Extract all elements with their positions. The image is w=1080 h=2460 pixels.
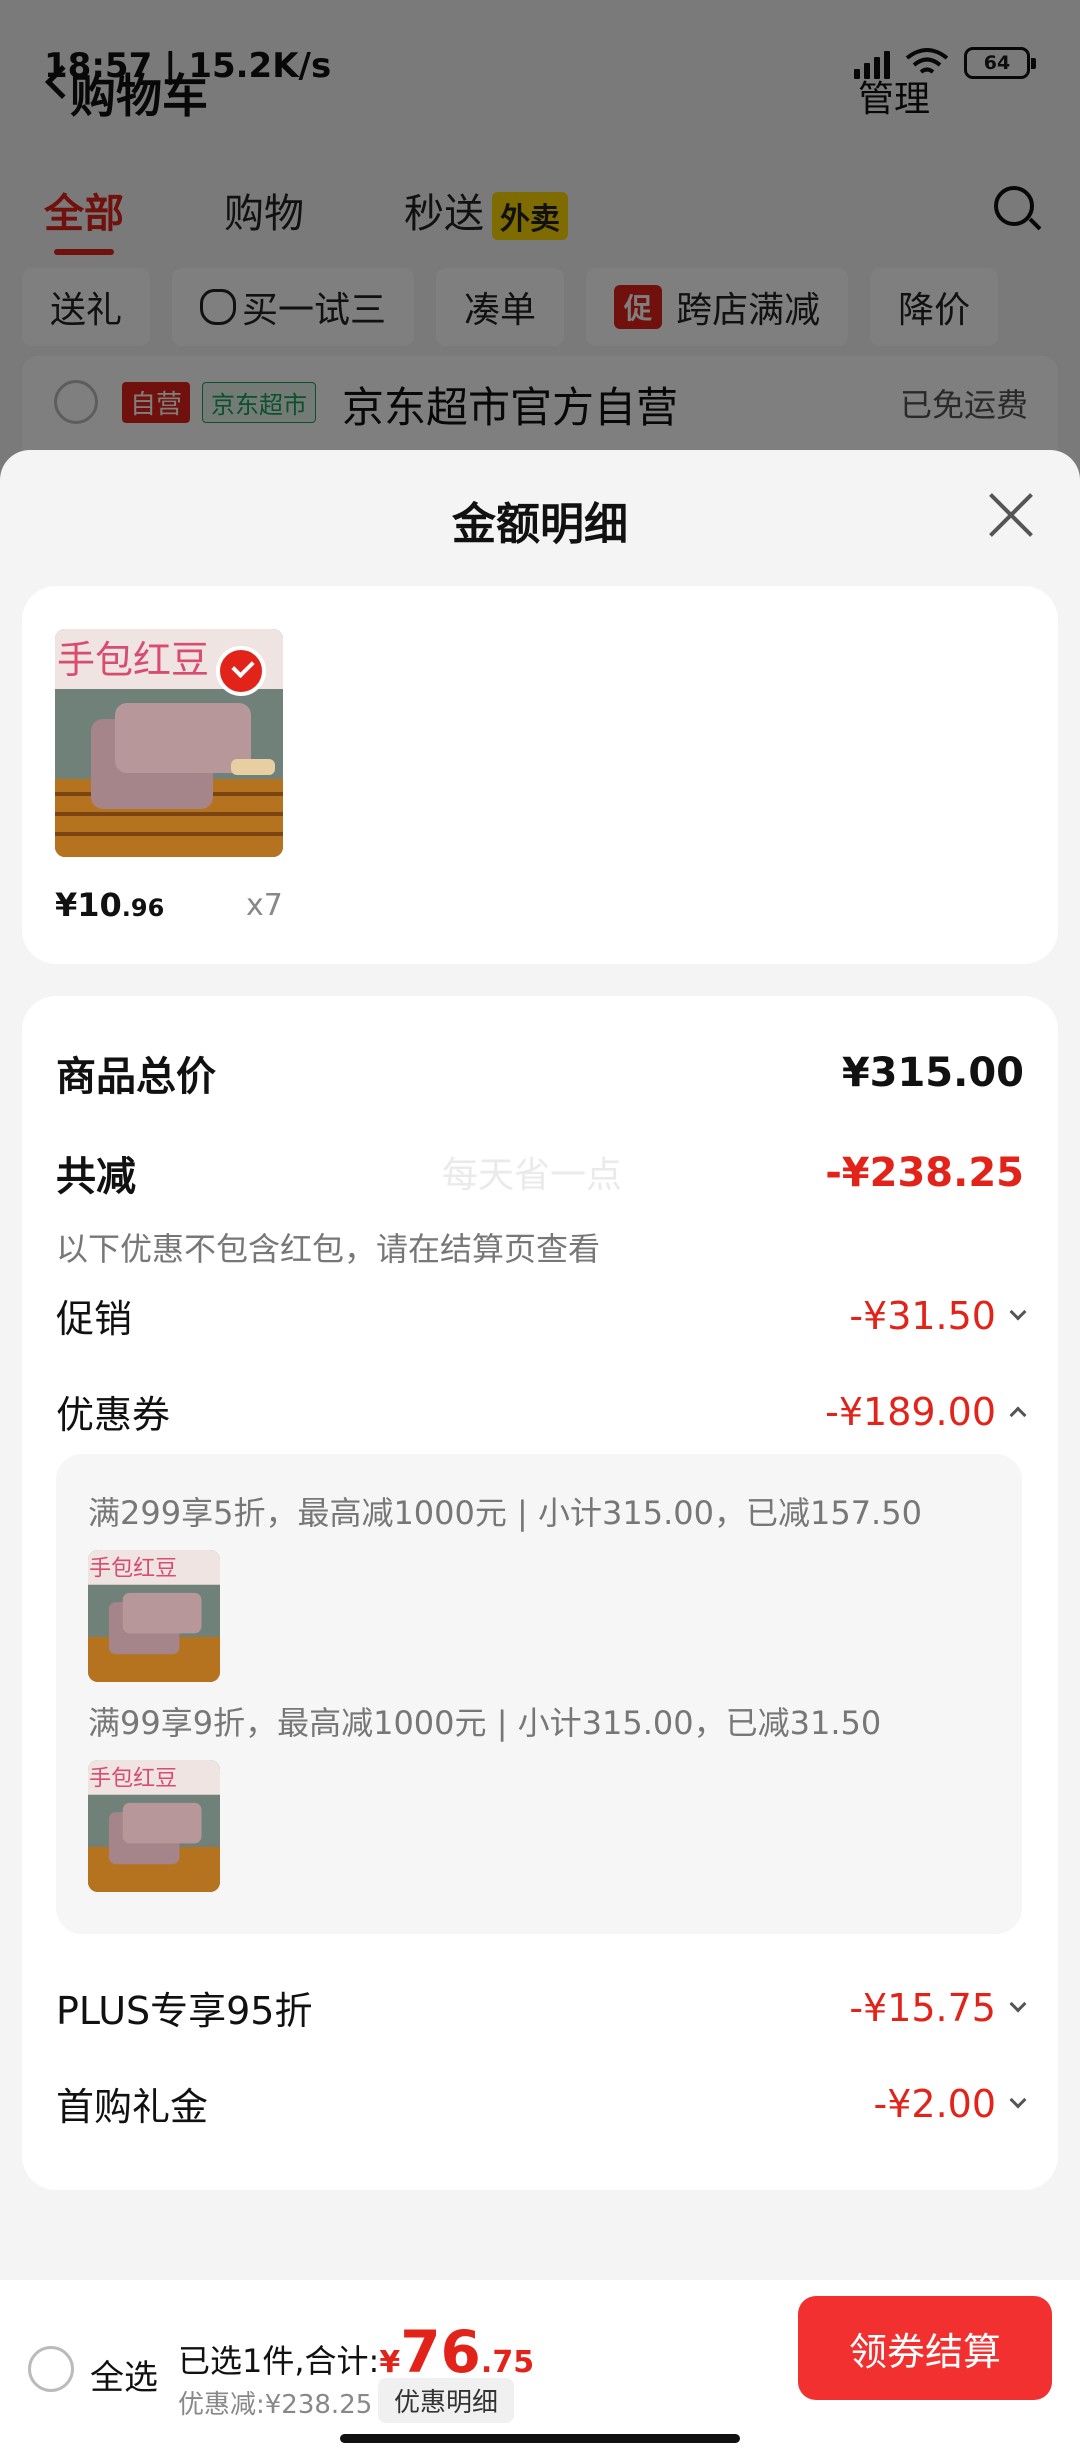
checkout-button[interactable]: 领券结算 — [798, 2296, 1052, 2400]
selected-check-icon — [216, 646, 266, 696]
svg-text:手包红豆: 手包红豆 — [57, 638, 209, 682]
svg-text:手包红豆: 手包红豆 — [89, 1766, 177, 1791]
chevron-down-icon — [1009, 1303, 1027, 1320]
first-purchase-label: 首购礼金 — [56, 2085, 209, 2129]
home-indicator[interactable] — [340, 2434, 740, 2443]
coupon-value: -¥189.00 — [825, 1389, 1027, 1434]
plus-label: PLUS专享95折 — [56, 1989, 313, 2033]
coupon-product-image-1: 手包红豆 — [88, 1550, 220, 1682]
coupon-product-art-2: 手包红豆 — [88, 1760, 220, 1892]
discount-note: 以下优惠不包含红包，请在结算页查看 — [56, 1230, 601, 1268]
total-currency: ¥ — [379, 2345, 401, 2380]
chevron-up-icon — [1009, 1406, 1027, 1423]
first-purchase-amount: -¥2.00 — [873, 2081, 997, 2126]
price-detail-card: 商品总价 ¥315.00 每天省一点 共减 -¥238.25 以下优惠不包含红包… — [22, 996, 1058, 2190]
item-price: ¥10.96 — [55, 886, 164, 924]
checkout-bar: 全选 已选1件,合计: ¥ 76 .75 优惠减:¥238.25 优惠明细 领券… — [0, 2280, 1080, 2460]
item-quantity: x7 — [246, 888, 283, 923]
item-price-int: ¥10 — [55, 886, 122, 924]
selected-prefix: 已选1件,合计: — [178, 2342, 380, 2380]
coupon-amount: -¥189.00 — [825, 1389, 996, 1434]
row-promo[interactable]: 促销 -¥31.50 — [56, 1288, 1027, 1343]
plus-amount: -¥15.75 — [849, 1985, 996, 2030]
discount-total: 优惠减:¥238.25 — [178, 2390, 373, 2420]
item-price-dec: .96 — [121, 894, 165, 922]
coupon-product-image-2: 手包红豆 — [88, 1760, 220, 1892]
coupon-line-1: 满299享5折，最高减1000元 | 小计315.00，已减157.50 — [88, 1494, 922, 1532]
discount-detail-button[interactable]: 优惠明细 — [378, 2378, 515, 2423]
row-coupon[interactable]: 优惠券 -¥189.00 — [56, 1384, 1027, 1439]
row-total: 商品总价 ¥315.00 — [56, 1044, 1024, 1102]
select-all-radio[interactable] — [28, 2346, 74, 2392]
promo-label: 促销 — [56, 1297, 133, 1341]
select-all-label[interactable]: 全选 — [90, 2350, 158, 2399]
coupon-product-art-1: 手包红豆 — [88, 1550, 220, 1682]
selected-summary: 已选1件,合计: ¥ 76 .75 — [178, 2318, 534, 2386]
row-first-purchase[interactable]: 首购礼金 -¥2.00 — [56, 2076, 1027, 2131]
promo-value: -¥31.50 — [849, 1293, 1027, 1338]
reduce-label: 共减 — [56, 1154, 136, 1200]
plus-value: -¥15.75 — [849, 1985, 1027, 2030]
total-label: 商品总价 — [56, 1054, 216, 1100]
coupon-line-2: 满99享9折，最高减1000元 | 小计315.00，已减31.50 — [88, 1704, 882, 1742]
first-purchase-value: -¥2.00 — [873, 2081, 1027, 2126]
promo-amount: -¥31.50 — [849, 1293, 996, 1338]
chevron-down-icon — [1009, 2091, 1027, 2108]
total-value: ¥315.00 — [841, 1050, 1024, 1096]
goods-card: 手包红豆 ¥10.96 x7 — [22, 586, 1058, 964]
coupon-breakdown: 满299享5折，最高减1000元 | 小计315.00，已减157.50 手包红… — [56, 1454, 1022, 1934]
reduce-value: -¥238.25 — [825, 1150, 1024, 1196]
total-decimal: .75 — [480, 2345, 535, 2380]
amount-detail-sheet: 金额明细 手包红豆 ¥10.96 x7 商品总价 ¥315.00 每天省一点 共… — [0, 450, 1080, 2460]
close-icon[interactable] — [986, 490, 1036, 540]
coupon-label: 优惠券 — [56, 1393, 171, 1437]
svg-text:手包红豆: 手包红豆 — [89, 1556, 177, 1581]
row-plus[interactable]: PLUS专享95折 -¥15.75 — [56, 1980, 1027, 2035]
total-integer: 76 — [400, 2318, 481, 2386]
row-reduce: 共减 -¥238.25 — [56, 1144, 1024, 1202]
sheet-title: 金额明细 — [452, 499, 628, 550]
chevron-down-icon — [1009, 1995, 1027, 2012]
